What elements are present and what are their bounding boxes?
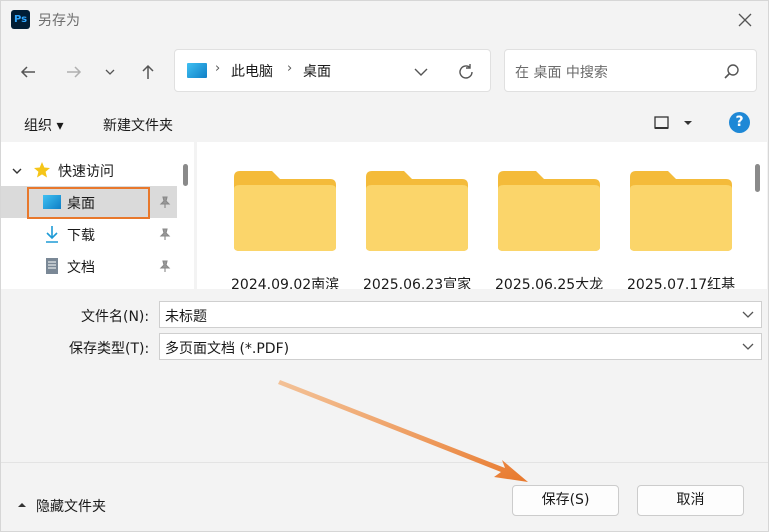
close-icon <box>738 13 752 27</box>
nav-scrollbar[interactable] <box>183 164 188 186</box>
cancel-button[interactable]: 取消 <box>637 485 744 516</box>
arrow-left-icon <box>20 66 35 78</box>
breadcrumb-separator: › <box>215 61 221 76</box>
address-bar[interactable]: › 此电脑 › 桌面 <box>174 49 491 92</box>
refresh-button[interactable] <box>455 61 477 83</box>
folder-label[interactable]: 2025.06.25大龙 <box>495 274 615 289</box>
view-options-button[interactable] <box>653 114 671 132</box>
new-folder-button[interactable]: 新建文件夹 <box>103 115 173 135</box>
pin-icon <box>159 228 171 240</box>
quick-access-label: 快速访问 <box>58 164 114 180</box>
folder-icon[interactable] <box>232 169 338 253</box>
refresh-icon <box>459 64 473 79</box>
caret-down-icon <box>684 121 692 125</box>
view-icon <box>654 116 669 129</box>
breadcrumb-separator: › <box>287 61 293 76</box>
close-button[interactable] <box>732 7 758 33</box>
star-icon <box>34 162 50 178</box>
photoshop-icon: Ps <box>11 10 30 29</box>
save-button[interactable]: 保存(S) <box>512 485 619 516</box>
sidebar-item-label: 下载 <box>67 228 95 244</box>
hide-folders-label: 隐藏文件夹 <box>36 499 106 515</box>
chevron-down-icon <box>414 68 428 76</box>
filename-label: 文件名(N): <box>81 309 150 325</box>
chevron-down-icon[interactable] <box>741 340 755 354</box>
folder-label[interactable]: 2025.07.17红基 <box>627 274 747 289</box>
folder-icon[interactable] <box>496 169 602 253</box>
annotation-highlight <box>27 187 150 219</box>
address-dropdown-button[interactable] <box>411 62 431 82</box>
file-list-scrollbar[interactable] <box>755 164 760 192</box>
window-title: 另存为 <box>38 13 80 29</box>
back-button[interactable] <box>14 58 42 86</box>
filetype-value: 多页面文档 (*.PDF) <box>165 341 290 357</box>
arrow-up-icon <box>142 64 154 79</box>
filetype-select[interactable]: 多页面文档 (*.PDF) <box>159 333 762 360</box>
recent-locations-button[interactable] <box>98 58 122 86</box>
breadcrumb-this-pc[interactable]: 此电脑 <box>231 61 273 81</box>
filename-field[interactable]: 未标题 <box>159 301 762 328</box>
file-list: 2024.09.02南滨 2025.06.23宣家 2025.06.25大龙 2… <box>197 142 767 289</box>
save-as-dialog: Ps 另存为 › 此电脑 › 桌面 在 桌面 中搜索 组织 ▾ 新建文件夹 ? … <box>0 0 769 532</box>
sidebar-item-label: 文档 <box>67 260 95 276</box>
filetype-label: 保存类型(T): <box>69 341 150 357</box>
folder-icon[interactable] <box>364 169 470 253</box>
chevron-down-icon[interactable] <box>741 308 755 322</box>
download-icon <box>46 226 58 243</box>
search-icon <box>722 62 742 82</box>
chevron-up-icon <box>18 503 26 507</box>
search-input[interactable]: 在 桌面 中搜索 <box>504 49 757 92</box>
quick-access-item[interactable]: 快速访问 <box>1 154 177 186</box>
breadcrumb-desktop[interactable]: 桌面 <box>303 61 331 81</box>
pin-icon <box>159 196 171 208</box>
desktop-folder-icon <box>187 63 207 78</box>
title-bar: Ps 另存为 <box>1 1 768 39</box>
document-icon <box>46 258 58 274</box>
filename-value: 未标题 <box>165 309 207 325</box>
folder-icon[interactable] <box>628 169 734 253</box>
chevron-down-icon <box>105 69 115 75</box>
command-bar: 组织 ▾ 新建文件夹 <box>1 102 768 142</box>
pin-icon <box>159 260 171 272</box>
organize-menu[interactable]: 组织 ▾ <box>24 115 63 135</box>
sidebar-item-documents[interactable]: 文档 <box>1 250 177 282</box>
up-button[interactable] <box>134 58 162 86</box>
sidebar-item-downloads[interactable]: 下载 <box>1 218 177 250</box>
view-dropdown-button[interactable] <box>681 116 695 130</box>
search-placeholder: 在 桌面 中搜索 <box>515 65 608 81</box>
forward-button[interactable] <box>60 58 88 86</box>
chevron-down-icon <box>12 168 22 174</box>
arrow-right-icon <box>67 66 82 78</box>
folder-label[interactable]: 2025.06.23宣家 <box>363 274 483 289</box>
folder-label[interactable]: 2024.09.02南滨 <box>231 274 351 289</box>
help-icon[interactable]: ? <box>729 112 750 133</box>
